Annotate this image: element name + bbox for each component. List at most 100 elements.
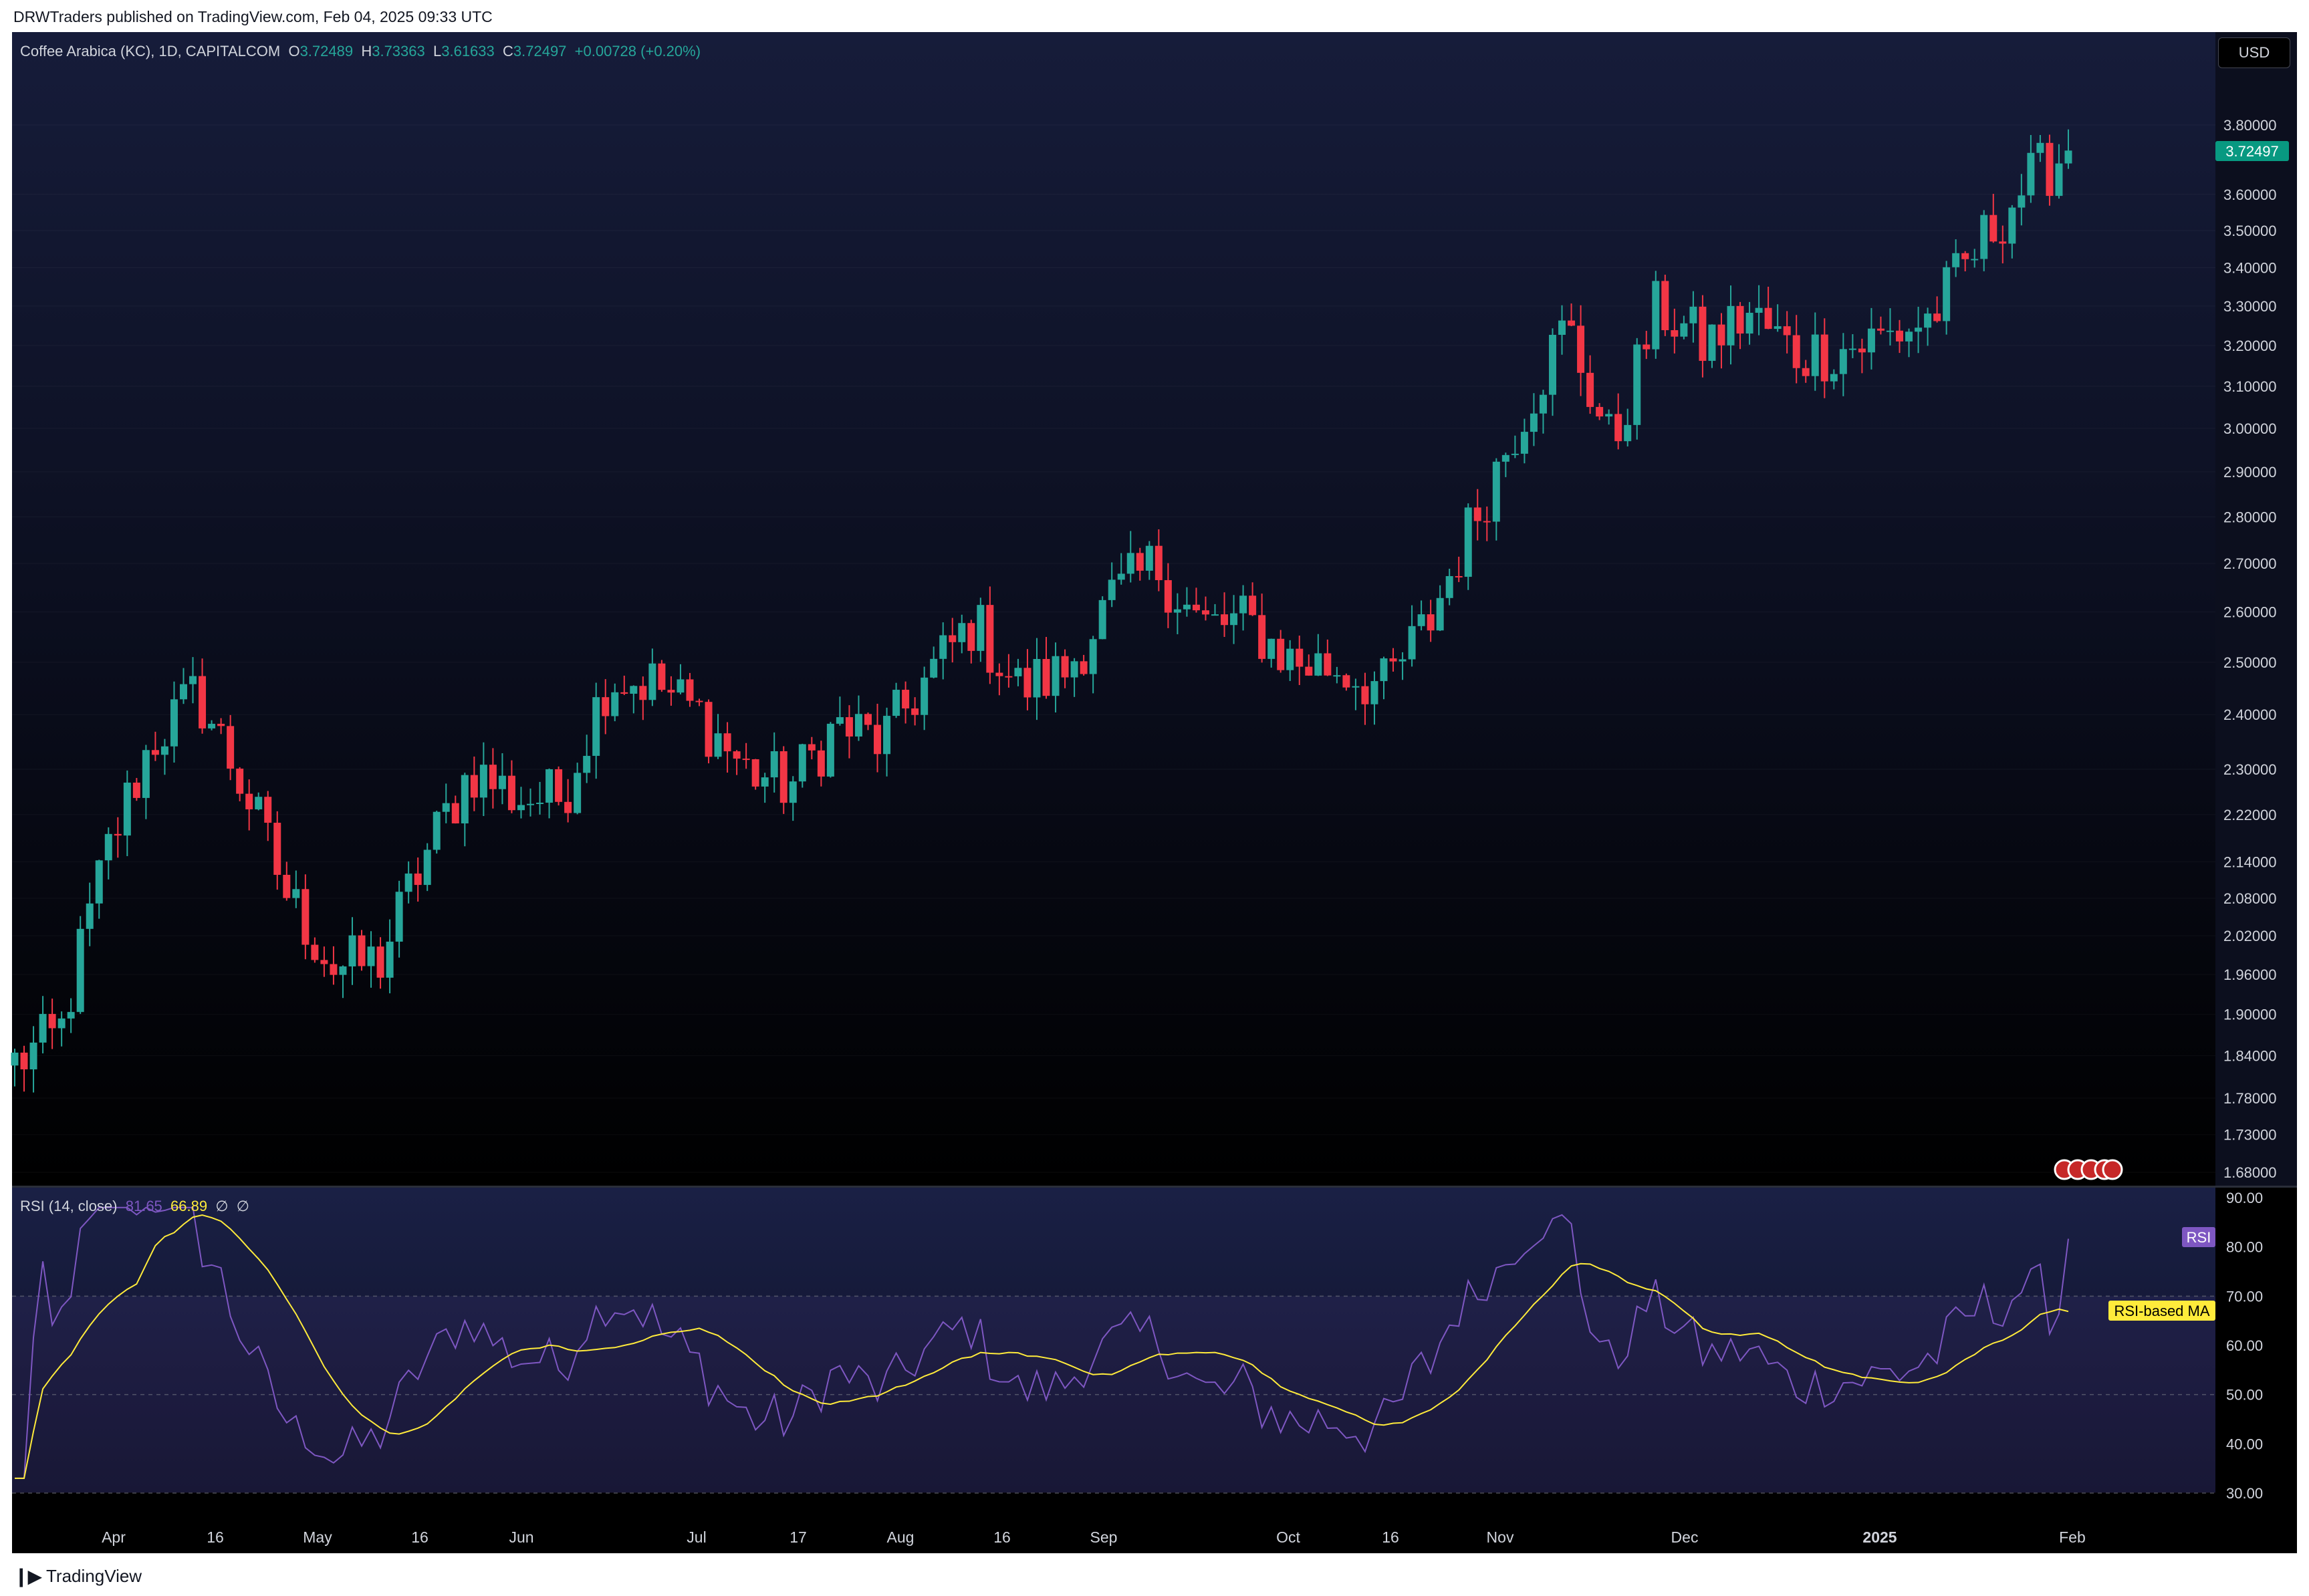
candle-body: [1501, 454, 1509, 462]
candle-body: [602, 697, 610, 716]
candle-body: [583, 755, 591, 773]
candle-body: [339, 966, 347, 975]
candle-body: [1820, 334, 1828, 382]
candle-body: [1876, 328, 1885, 331]
candle-body: [1989, 215, 1997, 242]
price-tick-label: 3.40000: [2223, 260, 2277, 277]
candle-body: [57, 1018, 66, 1029]
candle-body: [1830, 374, 1838, 382]
open-value: 3.72489: [299, 43, 354, 59]
candle-body: [1023, 668, 1031, 698]
candle-body: [1239, 595, 1247, 614]
time-tick-label: Sep: [1090, 1528, 1118, 1546]
candle-body: [1520, 432, 1528, 454]
candle-body: [1792, 335, 1800, 368]
candle-body: [1117, 573, 1125, 580]
candle-body: [1061, 656, 1069, 678]
candle-body: [2008, 207, 2016, 244]
price-tick-label: 2.60000: [2223, 604, 2277, 621]
candle-body: [564, 801, 572, 813]
candle-body: [2018, 195, 2026, 208]
price-tick-label: 2.70000: [2223, 555, 2277, 572]
candle-body: [376, 946, 384, 978]
candle-body: [1258, 615, 1266, 659]
candle-body: [1652, 281, 1660, 350]
candle-body: [1661, 281, 1669, 331]
candle-body: [1370, 681, 1378, 704]
candle-body: [264, 797, 272, 823]
candle-body: [1943, 267, 1951, 321]
symbol-title[interactable]: Coffee Arabica (KC), 1D, CAPITALCOM: [20, 43, 280, 59]
candle-body: [677, 679, 685, 693]
chart-canvas[interactable]: 3.80000 3.60000 3.50000 3.40000 3.30000 3.200…: [0, 0, 2309, 1596]
time-tick-label: Jun: [509, 1528, 533, 1546]
rsi-tag-label: RSI: [2187, 1229, 2211, 1246]
price-tick-label: 3.00000: [2223, 420, 2277, 437]
candle-body: [555, 769, 563, 802]
candle-body: [808, 744, 816, 751]
candle-body: [498, 775, 506, 789]
candle-body: [723, 733, 731, 752]
price-tick-label: 1.73000: [2223, 1127, 2277, 1144]
candle-body: [921, 677, 929, 715]
source-icon[interactable]: ∅: [215, 1198, 228, 1214]
candle-body: [714, 733, 722, 757]
candle-body: [911, 708, 919, 715]
candle-body: [798, 744, 806, 782]
candle-body: [208, 723, 216, 728]
candle-body: [1473, 507, 1481, 521]
price-tick-label: 3.20000: [2223, 338, 2277, 354]
candle-body: [742, 759, 750, 761]
candle-body: [273, 823, 281, 875]
rsi-tick-label: 40.00: [2226, 1436, 2263, 1452]
candle-body: [826, 723, 834, 777]
event-markers[interactable]: [2054, 1159, 2123, 1180]
candle-body: [1361, 686, 1369, 704]
candle-body: [733, 751, 741, 759]
time-tick-label: Feb: [2059, 1528, 2086, 1546]
candle-body: [845, 717, 853, 737]
price-tick-label: 2.90000: [2223, 464, 2277, 481]
footer: ❙▶ TradingView: [0, 1553, 2309, 1596]
price-tick-label: 2.80000: [2223, 509, 2277, 525]
candle-body: [283, 874, 291, 898]
candle-body: [2036, 142, 2044, 153]
candle-body: [1624, 424, 1632, 442]
rsi-title[interactable]: RSI (14, close): [20, 1198, 118, 1214]
candle-body: [489, 765, 497, 789]
time-tick-label: Nov: [1487, 1528, 1514, 1546]
candle-body: [1389, 658, 1397, 662]
candle-body: [1586, 372, 1594, 407]
price-legend: Coffee Arabica (KC), 1D, CAPITALCOM O3.7…: [20, 43, 701, 59]
candle-body: [330, 964, 338, 975]
candle-body: [1905, 331, 1913, 342]
time-tick-label: Oct: [1276, 1528, 1300, 1546]
candle-body: [423, 849, 431, 886]
candle-body: [1802, 368, 1810, 376]
candle-body: [320, 960, 328, 964]
candle-body: [1108, 579, 1116, 600]
price-tick-label: 1.84000: [2223, 1047, 2277, 1064]
time-tick-label: 16: [993, 1528, 1011, 1546]
candle-body: [695, 700, 703, 702]
source-icon[interactable]: ∅: [237, 1198, 249, 1214]
candle-body: [630, 686, 638, 694]
candle-body: [883, 716, 891, 755]
candle-body: [1680, 323, 1688, 337]
last-price-label: 3.72497: [2225, 143, 2279, 160]
price-tick-label: 3.50000: [2223, 223, 2277, 239]
brand-name[interactable]: TradingView: [46, 1566, 142, 1587]
candle-body: [433, 811, 441, 850]
candle-body: [939, 635, 947, 659]
candle-body: [86, 903, 94, 929]
currency-button[interactable]: USD: [2218, 37, 2290, 68]
price-tick-label: 2.22000: [2223, 807, 2277, 823]
candle-body: [1764, 307, 1772, 329]
candle-body: [358, 935, 366, 966]
candle-body: [1511, 453, 1519, 455]
time-tick-label: Dec: [1671, 1528, 1699, 1546]
candle-body: [507, 775, 515, 811]
candle-body: [1727, 305, 1735, 346]
candle-body: [39, 1014, 47, 1043]
candle-body: [1980, 215, 1988, 259]
